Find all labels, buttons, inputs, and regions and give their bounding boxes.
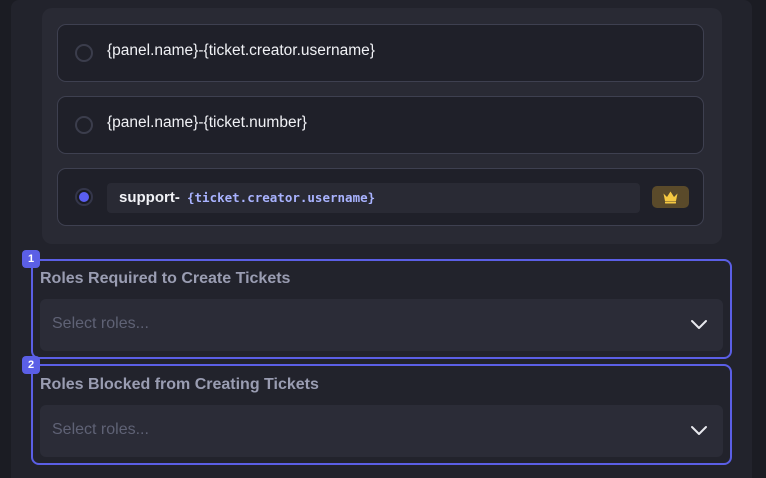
radio-button[interactable] [75, 116, 93, 134]
ticket-name-option-3-custom[interactable]: support- {ticket.creator.username} [57, 168, 704, 226]
ticket-name-option-2[interactable]: {panel.name}-{ticket.number} [57, 96, 704, 154]
custom-name-input[interactable]: support- {ticket.creator.username} [107, 183, 640, 213]
roles-required-select[interactable]: Select roles... [40, 299, 723, 351]
crown-icon [663, 191, 678, 204]
roles-blocked-select[interactable]: Select roles... [40, 405, 723, 457]
roles-blocked-label: Roles Blocked from Creating Tickets [40, 376, 319, 393]
select-placeholder: Select roles... [52, 315, 149, 332]
chevron-down-icon[interactable] [690, 319, 708, 331]
name-variable: {ticket.creator.username} [187, 190, 376, 205]
radio-button-selected[interactable] [75, 188, 93, 206]
radio-button[interactable] [75, 44, 93, 62]
option-label: {panel.name}-{ticket.creator.username} [107, 42, 375, 59]
premium-badge [652, 186, 689, 208]
option-label: {panel.name}-{ticket.number} [107, 114, 307, 131]
chevron-down-icon[interactable] [690, 425, 708, 437]
step-badge-2: 2 [22, 356, 40, 374]
name-prefix: support- [119, 189, 180, 206]
select-placeholder: Select roles... [52, 421, 149, 438]
step-badge-1: 1 [22, 250, 40, 268]
radio-dot [79, 192, 89, 202]
ticket-name-option-1[interactable]: {panel.name}-{ticket.creator.username} [57, 24, 704, 82]
roles-required-label: Roles Required to Create Tickets [40, 270, 291, 287]
